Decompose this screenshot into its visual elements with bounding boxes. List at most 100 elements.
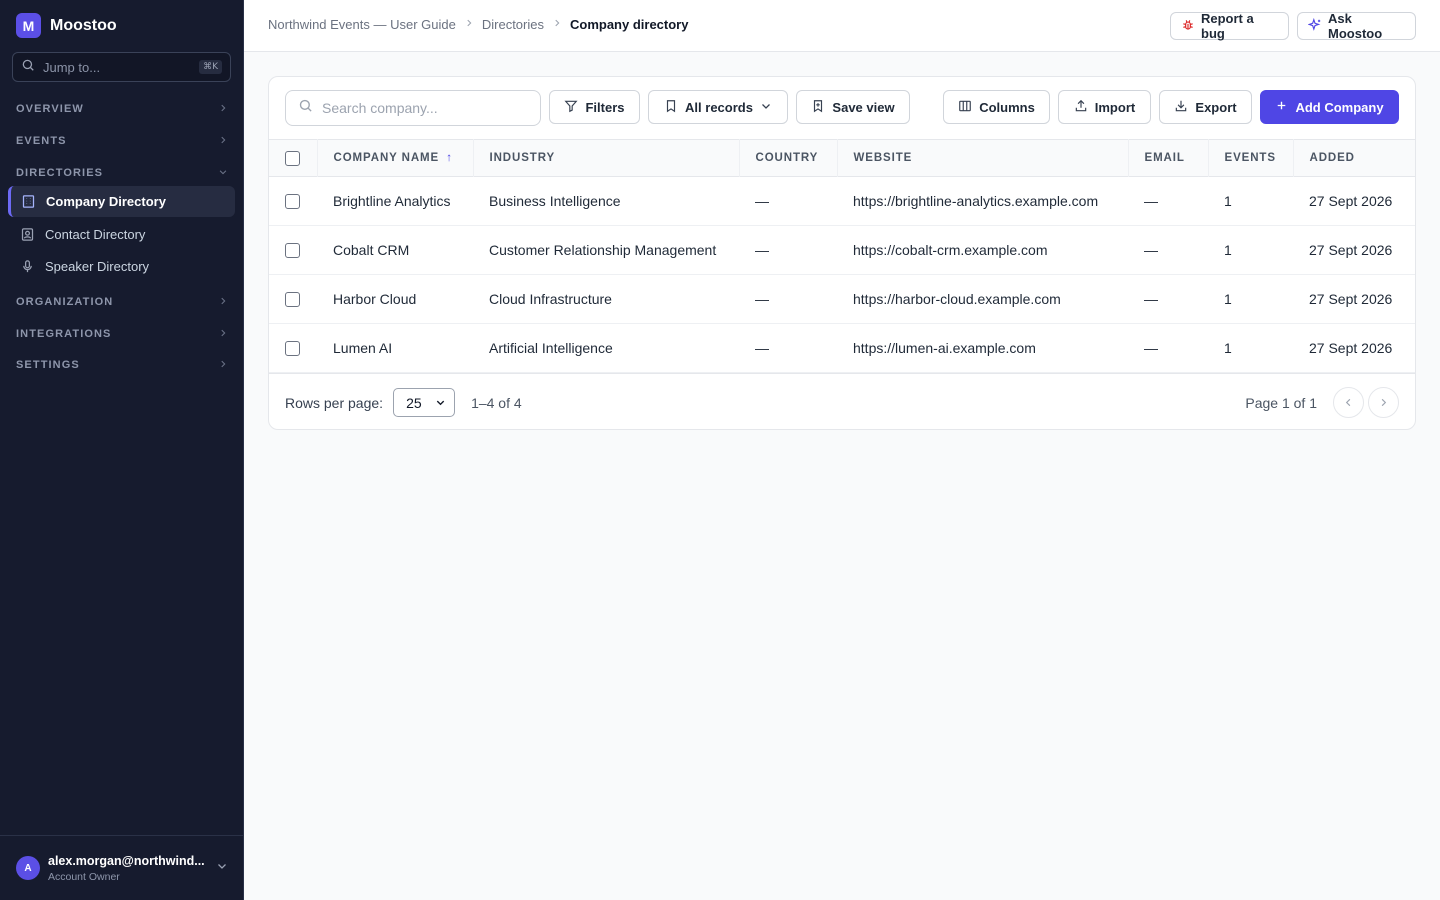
row-checkbox[interactable] bbox=[285, 292, 300, 308]
sort-ascending-icon: ↑ bbox=[446, 152, 453, 164]
previous-page-button[interactable] bbox=[1333, 387, 1364, 418]
report-bug-button[interactable]: Report a bug bbox=[1170, 11, 1289, 41]
sidebar-item-speaker-directory[interactable]: Speaker Directory bbox=[8, 251, 235, 282]
chevron-down-icon bbox=[435, 395, 446, 411]
chevron-down-icon bbox=[216, 859, 228, 877]
rows-per-page-select[interactable]: 25 bbox=[393, 388, 456, 417]
cell-website[interactable]: https://cobalt-crm.example.com bbox=[837, 226, 1128, 275]
table-row[interactable]: Harbor Cloud Cloud Infrastructure — http… bbox=[269, 275, 1415, 324]
next-page-button[interactable] bbox=[1368, 387, 1399, 418]
row-select-cell bbox=[269, 226, 317, 275]
cell-country: — bbox=[755, 193, 769, 209]
row-checkbox[interactable] bbox=[285, 243, 300, 259]
records-label: All records bbox=[685, 99, 753, 115]
cell-website[interactable]: https://brightline-analytics.example.com bbox=[837, 177, 1128, 226]
sidebar-item-contact-directory[interactable]: Contact Directory bbox=[8, 219, 235, 250]
nav-section-label: INTEGRATIONS bbox=[16, 328, 112, 340]
table-header-row: COMPANY NAME ↑ INDUSTRY COUNTRY WEBSITE … bbox=[269, 139, 1415, 177]
cell-email: — bbox=[1144, 242, 1158, 258]
search-icon bbox=[298, 98, 313, 118]
ask-moostoo-button[interactable]: Ask Moostoo bbox=[1297, 11, 1416, 41]
nav-section-label: SETTINGS bbox=[16, 359, 80, 371]
cell-added: 27 Sept 2026 bbox=[1309, 291, 1393, 307]
cell-company-name[interactable]: Lumen AI bbox=[317, 324, 473, 373]
brand-name: Moostoo bbox=[50, 16, 117, 34]
breadcrumb-item[interactable]: Northwind Events — User Guide bbox=[268, 17, 456, 32]
pagination-range: 1–4 of 4 bbox=[471, 394, 522, 411]
sidebar: M Moostoo Jump to... ⌘K OVERVIEW EVENTS … bbox=[0, 0, 244, 900]
rows-per-page-value: 25 bbox=[406, 394, 422, 411]
row-select-cell bbox=[269, 177, 317, 226]
page-indicator: Page 1 of 1 bbox=[1245, 394, 1317, 411]
filters-button[interactable]: Filters bbox=[549, 90, 640, 124]
plus-icon bbox=[1275, 99, 1288, 115]
ask-moostoo-label: Ask Moostoo bbox=[1328, 11, 1383, 41]
nav-section-organization[interactable]: ORGANIZATION bbox=[16, 292, 228, 312]
save-view-button[interactable]: Save view bbox=[796, 90, 910, 124]
jump-to-placeholder: Jump to... bbox=[43, 59, 101, 75]
save-view-label: Save view bbox=[832, 99, 895, 115]
row-select-cell bbox=[269, 275, 317, 324]
user-role: Account Owner bbox=[48, 870, 120, 883]
sidebar-item-label: Speaker Directory bbox=[45, 259, 150, 274]
export-label: Export bbox=[1195, 99, 1237, 115]
column-header-company-name[interactable]: COMPANY NAME ↑ bbox=[317, 139, 474, 177]
sparkle-icon bbox=[1307, 17, 1322, 35]
nav-section-overview[interactable]: OVERVIEW bbox=[16, 99, 228, 119]
cell-added: 27 Sept 2026 bbox=[1309, 242, 1393, 258]
table-toolbar: Filters All records Save view Columns Im… bbox=[269, 77, 1415, 139]
cell-website[interactable]: https://lumen-ai.example.com bbox=[837, 324, 1128, 373]
microphone-icon bbox=[19, 259, 35, 275]
columns-label: Columns bbox=[979, 99, 1035, 115]
chevron-right-icon bbox=[464, 18, 474, 31]
row-checkbox[interactable] bbox=[285, 194, 300, 210]
bug-icon bbox=[1181, 18, 1195, 35]
rows-per-page-label: Rows per page: bbox=[285, 394, 384, 411]
columns-button[interactable]: Columns bbox=[943, 90, 1050, 124]
chevron-right-icon bbox=[218, 103, 228, 116]
column-header-added[interactable]: ADDED bbox=[1293, 140, 1415, 177]
nav-section-events[interactable]: EVENTS bbox=[16, 131, 228, 151]
jump-to-search[interactable]: Jump to... ⌘K bbox=[12, 52, 231, 82]
cell-events: 1 bbox=[1224, 291, 1232, 307]
table-row[interactable]: Brightline Analytics Business Intelligen… bbox=[269, 177, 1415, 226]
cell-website[interactable]: https://harbor-cloud.example.com bbox=[837, 275, 1128, 324]
column-header-website[interactable]: WEBSITE bbox=[837, 139, 1129, 177]
cell-company-name[interactable]: Cobalt CRM bbox=[317, 226, 473, 275]
chevron-right-icon bbox=[1378, 395, 1389, 411]
nav-section-settings[interactable]: SETTINGS bbox=[16, 355, 228, 375]
column-header-industry[interactable]: INDUSTRY bbox=[473, 139, 740, 177]
nav-section-directories[interactable]: DIRECTORIES bbox=[16, 163, 228, 183]
table-pagination: Rows per page: 25 1–4 of 4 Page 1 of 1 bbox=[269, 373, 1415, 429]
column-header-email[interactable]: EMAIL bbox=[1128, 139, 1209, 177]
breadcrumb-item[interactable]: Directories bbox=[482, 17, 544, 32]
import-button[interactable]: Import bbox=[1058, 90, 1151, 124]
cell-added: 27 Sept 2026 bbox=[1309, 340, 1393, 356]
nav-section-integrations[interactable]: INTEGRATIONS bbox=[16, 324, 228, 344]
search-input[interactable] bbox=[322, 100, 522, 116]
add-company-button[interactable]: Add Company bbox=[1260, 90, 1399, 124]
user-menu[interactable]: A alex.morgan@northwind... Account Owner bbox=[0, 835, 244, 900]
nav-section-label: ORGANIZATION bbox=[16, 296, 114, 308]
records-dropdown[interactable]: All records bbox=[648, 90, 788, 124]
brand[interactable]: M Moostoo bbox=[16, 13, 117, 38]
shortcut-badge: ⌘K bbox=[199, 60, 222, 74]
cell-company-name[interactable]: Harbor Cloud bbox=[317, 275, 473, 324]
column-header-country[interactable]: COUNTRY bbox=[739, 139, 838, 177]
table-row[interactable]: Cobalt CRM Customer Relationship Managem… bbox=[269, 226, 1415, 275]
search-icon bbox=[21, 58, 35, 77]
user-info: alex.morgan@northwind... Account Owner bbox=[48, 854, 208, 883]
avatar: A bbox=[16, 856, 40, 880]
chevron-right-icon bbox=[218, 135, 228, 148]
table-row[interactable]: Lumen AI Artificial Intelligence — https… bbox=[269, 324, 1415, 373]
select-all-checkbox[interactable] bbox=[285, 150, 300, 166]
sidebar-item-label: Company Directory bbox=[46, 194, 166, 209]
sidebar-item-company-directory[interactable]: Company Directory bbox=[8, 186, 235, 217]
search-field[interactable] bbox=[285, 90, 541, 126]
cell-company-name[interactable]: Brightline Analytics bbox=[317, 177, 473, 226]
column-header-events[interactable]: EVENTS bbox=[1208, 139, 1294, 177]
row-checkbox[interactable] bbox=[285, 341, 300, 357]
export-button[interactable]: Export bbox=[1159, 90, 1252, 124]
cell-industry: Artificial Intelligence bbox=[489, 340, 613, 356]
cell-industry: Customer Relationship Management bbox=[489, 242, 717, 258]
